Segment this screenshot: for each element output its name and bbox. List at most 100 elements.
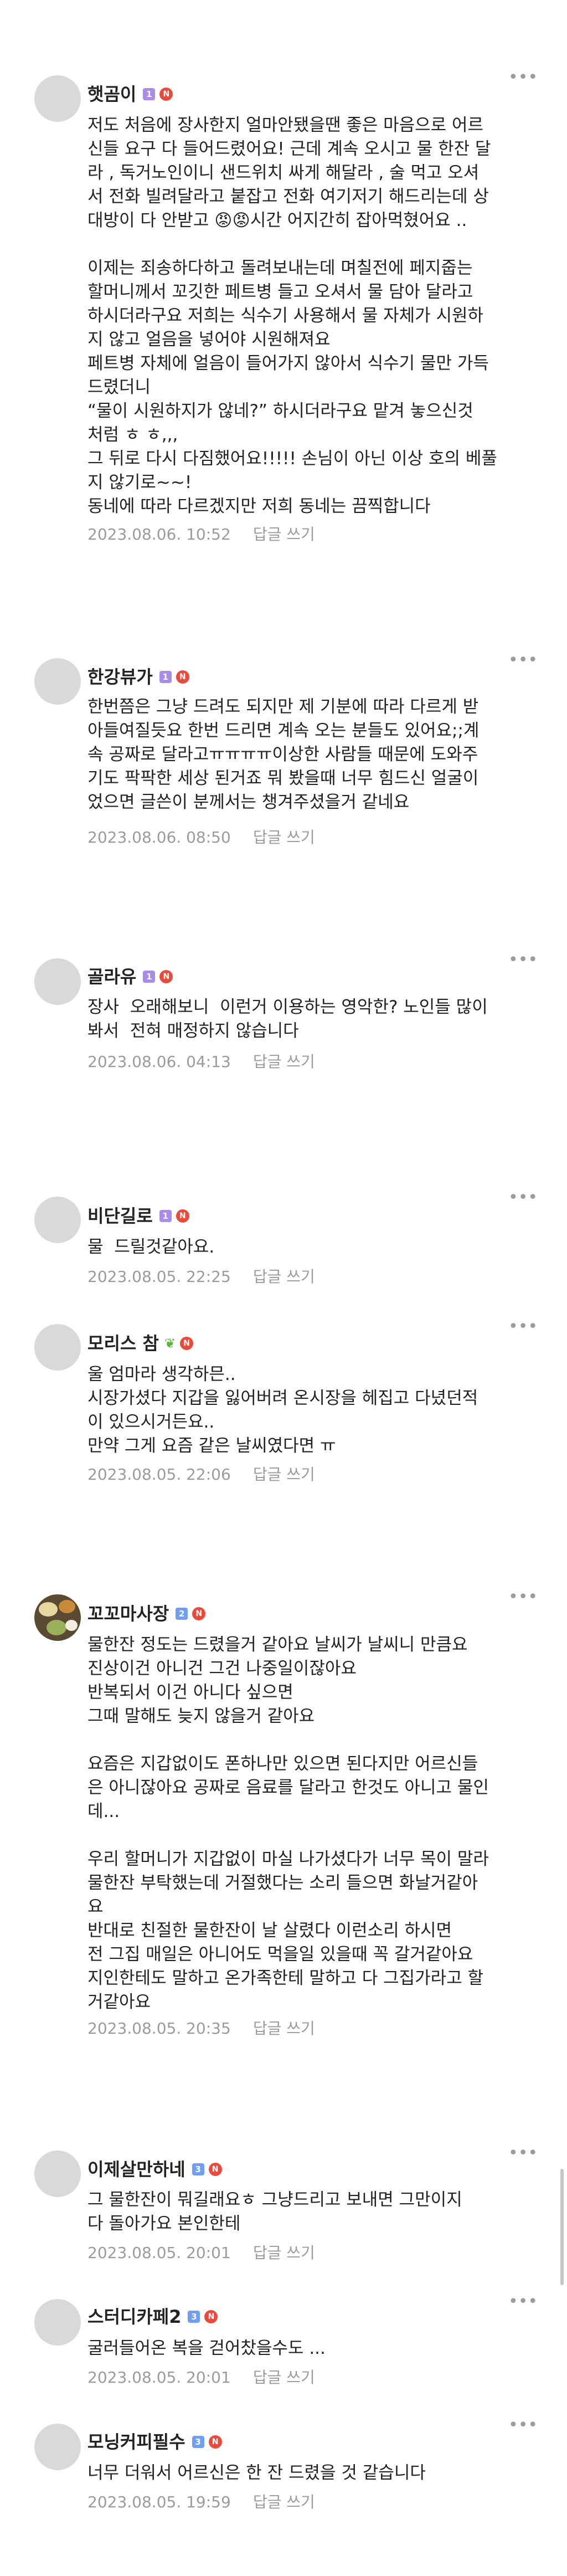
nickname[interactable]: 햇곰이 [87, 83, 136, 105]
comment-line: 처럼 ㅎ ㅎ,,, [87, 425, 178, 445]
comment-line: 대방이 다 안받고 😡😡시간 어지간히 잡아먹혔어요 .. [87, 211, 467, 230]
comment-line: 진상이건 아니건 그건 나중일이잖아요 [87, 1659, 357, 1679]
more-options-icon[interactable]: ••• [508, 2293, 538, 2310]
comment-line: 굴러들어온 복을 걷어찼을수도 ... [87, 2338, 326, 2358]
comment-text: 한번쯤은 그냥 드려도 되지만 제 기분에 따라 다르게 받 아들여질듯요 한번 … [87, 695, 536, 814]
comment-meta: 2023.08.06. 04:13 답글 쓰기 [87, 1053, 315, 1071]
more-options-icon[interactable]: ••• [508, 1589, 538, 1605]
comment-text: 물 드릴것같아요. [87, 1235, 536, 1259]
avatar[interactable] [34, 658, 81, 705]
avatar[interactable] [34, 1594, 81, 1641]
more-options-icon[interactable]: ••• [508, 652, 538, 669]
comment-text: 저도 처음에 장사한지 얼마안됐을땐 좋은 마음으로 어르 신들 요구 다 들어드… [87, 114, 536, 519]
comment-line: 드렸더니 [87, 377, 151, 397]
avatar[interactable] [34, 1197, 81, 1243]
level-badge-icon: 3 [192, 2436, 204, 2448]
comment-line: 거같아요 [87, 1992, 151, 2012]
comment-line: 울 엄마라 생각하믄.. [87, 1364, 236, 1384]
comment-author[interactable]: 한강뷰가 1 N [87, 666, 189, 688]
new-badge-icon: N [204, 2310, 218, 2323]
comment-line: 속 공짜로 달라고ㅠㅠㅠㅠ이상한 사람들 때문에 도와주 [87, 745, 478, 764]
comment-line: 너무 더워서 어르신은 한 잔 드렸을 것 같습니다 [87, 2463, 426, 2483]
avatar[interactable] [34, 1324, 81, 1371]
comment-meta: 2023.08.05. 22:06 답글 쓰기 [87, 1465, 315, 1484]
more-options-icon[interactable]: ••• [508, 69, 538, 86]
new-badge-icon: N [180, 1337, 194, 1350]
more-options-icon[interactable]: ••• [508, 2417, 538, 2434]
scrollbar[interactable] [560, 2169, 564, 2285]
comment-author[interactable]: 꼬꼬마사장 2 N [87, 1603, 206, 1625]
comment-line: 서 전화 빌려달라고 붙잡고 전화 여기저기 해드리는데 상 [87, 187, 489, 207]
more-options-icon[interactable]: ••• [508, 952, 538, 968]
comment-line: 데... [87, 1802, 120, 1821]
comment-line: 만약 그게 요즘 같은 날씨였다면 ㅠ [87, 1436, 336, 1456]
comment-author[interactable]: 햇곰이 1 N [87, 83, 173, 105]
comment-line: 그때 말해도 늦지 않을거 같아요 [87, 1706, 315, 1726]
comment-date: 2023.08.05. 22:06 [87, 1465, 231, 1484]
nickname[interactable]: 모닝커피필수 [87, 2431, 185, 2453]
comment-line: 페트병 자체에 얼음이 들어가지 않아서 식수기 물만 가득 [87, 353, 489, 373]
level-badge-icon: 1 [143, 88, 156, 100]
comment-author[interactable]: 모닝커피필수 3 N [87, 2431, 222, 2453]
more-options-icon[interactable]: ••• [508, 1318, 538, 1335]
reply-button[interactable]: 답글 쓰기 [253, 2368, 315, 2387]
comment-date: 2023.08.05. 20:35 [87, 2019, 231, 2038]
comment-line: 이 있으시거든요.. [87, 1412, 215, 1432]
level-badge-icon: 1 [159, 1210, 172, 1222]
comment-author[interactable]: 이제살만하네 3 N [87, 2158, 222, 2180]
nickname[interactable]: 이제살만하네 [87, 2158, 185, 2180]
avatar[interactable] [34, 2424, 81, 2470]
comment-line: 그 물한잔이 뭐길래요ㅎ 그냥드리고 보내면 그만이지 [87, 2190, 462, 2210]
comment-meta: 2023.08.06. 10:52 답글 쓰기 [87, 525, 315, 544]
level-badge-icon: 3 [192, 2163, 204, 2175]
comment-author[interactable]: 비단길로 1 N [87, 1205, 189, 1227]
nickname[interactable]: 꼬꼬마사장 [87, 1603, 169, 1625]
comment-text: 울 엄마라 생각하믄.. 시장가셨다 지갑을 잃어버려 온시장을 헤집고 다녔던적… [87, 1363, 536, 1458]
comment-line: 하시더라구요 저희는 식수기 사용해서 물 자체가 시원하 [87, 306, 484, 326]
avatar[interactable] [34, 958, 81, 1005]
comment-meta: 2023.08.05. 20:01 답글 쓰기 [87, 2368, 315, 2387]
comment-author[interactable]: 스터디카페2 3 N [87, 2306, 218, 2328]
comment-author[interactable]: 골라유 1 N [87, 966, 173, 988]
comment-line: 반복되서 이건 아니다 싶으면 [87, 1682, 293, 1702]
avatar[interactable] [34, 2151, 81, 2197]
nickname[interactable]: 비단길로 [87, 1205, 153, 1227]
comment-line: 장사 오래해보니 이런거 이용하는 영악한? 노인들 많이 [87, 997, 488, 1017]
comment-line: 라 , 독거노인이니 샌드위치 싸게 해달라 , 술 먹고 오셔 [87, 163, 480, 183]
nickname[interactable]: 스터디카페2 [87, 2306, 181, 2328]
reply-button[interactable]: 답글 쓰기 [253, 1465, 315, 1484]
more-options-icon[interactable]: ••• [508, 2145, 538, 2162]
comment-line: 요즘은 지갑없이도 폰하나만 있으면 된다지만 어르신들 [87, 1754, 478, 1774]
comment-line: 은 아니잖아요 공짜로 음료를 달라고 한것도 아니고 물인 [87, 1778, 489, 1798]
reply-button[interactable]: 답글 쓰기 [253, 1268, 315, 1286]
level-badge-icon: 3 [188, 2311, 200, 2323]
reply-button[interactable]: 답글 쓰기 [253, 2244, 315, 2262]
more-options-icon[interactable]: ••• [508, 1189, 538, 1206]
reply-button[interactable]: 답글 쓰기 [253, 525, 315, 543]
reply-button[interactable]: 답글 쓰기 [253, 2019, 315, 2038]
comment-line: 전 그집 매일은 아니어도 먹을일 있을때 꼭 갈거같아요 [87, 1944, 473, 1964]
nickname[interactable]: 한강뷰가 [87, 666, 153, 688]
comment-date: 2023.08.06. 08:50 [87, 828, 231, 846]
comment-date: 2023.08.06. 04:13 [87, 1053, 231, 1071]
comment-line: 지인한테도 말하고 온가족한테 말하고 다 그집가라고 할 [87, 1968, 484, 1988]
comment-line: “물이 시원하지가 않네?” 하시더라구요 맡겨 놓으신것 [87, 401, 473, 421]
comment-line: 그 뒤로 다시 다짐했어요!!!!! 손님이 아닌 이상 호의 베풀 [87, 449, 497, 469]
reply-button[interactable]: 답글 쓰기 [253, 2493, 315, 2511]
comment-line: 었으면 글쓴이 분께서는 챙겨주셨을거 같네요 [87, 792, 410, 812]
new-badge-icon: N [208, 2435, 222, 2449]
nickname[interactable]: 골라유 [87, 966, 136, 988]
comment-author[interactable]: 모리스 참 ❦ N [87, 1332, 194, 1354]
new-badge-icon: N [159, 88, 173, 101]
avatar[interactable] [34, 75, 81, 122]
reply-button[interactable]: 답글 쓰기 [253, 828, 315, 846]
level-badge-icon: 2 [176, 1608, 188, 1620]
reply-button[interactable]: 답글 쓰기 [253, 1053, 315, 1071]
comment-meta: 2023.08.05. 19:59 답글 쓰기 [87, 2493, 315, 2512]
nickname[interactable]: 모리스 참 [87, 1332, 159, 1354]
comment-date: 2023.08.05. 20:01 [87, 2244, 231, 2262]
comment-line [87, 1728, 536, 1752]
avatar[interactable] [34, 2299, 81, 2346]
new-badge-icon: N [208, 2163, 222, 2176]
comment-meta: 2023.08.05. 22:25 답글 쓰기 [87, 1268, 315, 1286]
